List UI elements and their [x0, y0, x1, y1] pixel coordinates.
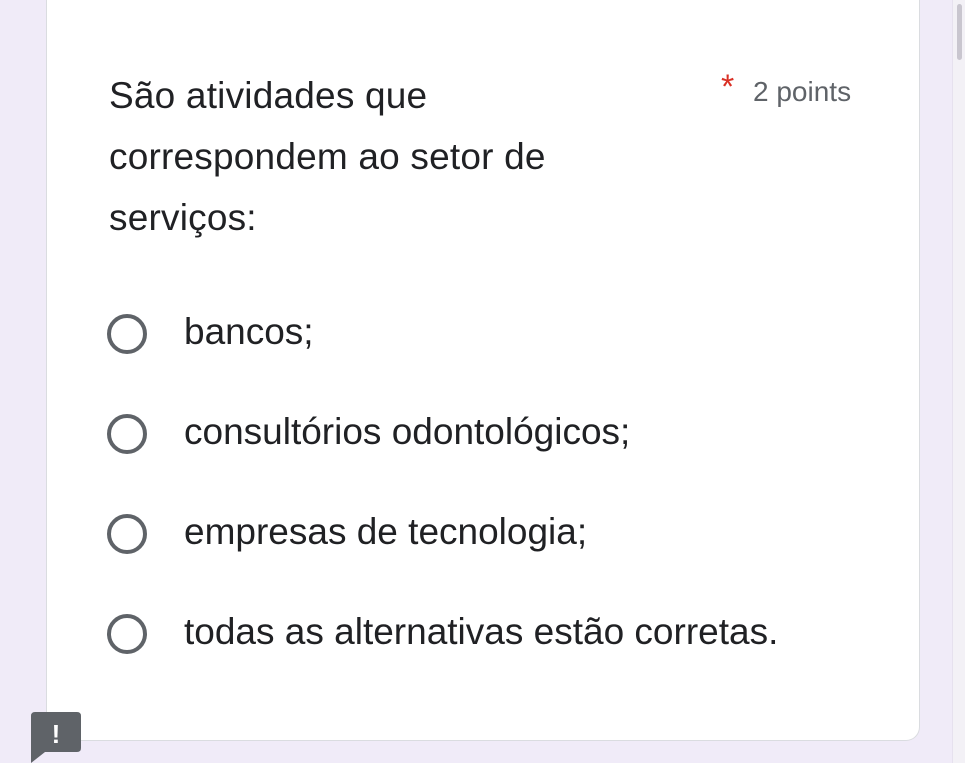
- option-row[interactable]: empresas de tecnologia;: [107, 500, 887, 600]
- radio-button[interactable]: [107, 514, 147, 554]
- alert-badge: !: [31, 712, 81, 763]
- option-label[interactable]: todas as alternativas estão corretas.: [184, 600, 778, 664]
- option-label[interactable]: bancos;: [184, 300, 314, 364]
- required-asterisk: *: [721, 68, 735, 106]
- form-page: São atividades que correspondem ao setor…: [0, 0, 965, 763]
- radio-button[interactable]: [107, 414, 147, 454]
- alert-icon: !: [31, 712, 81, 763]
- radio-button[interactable]: [107, 314, 147, 354]
- points-label: 2 points: [753, 76, 852, 107]
- option-label[interactable]: empresas de tecnologia;: [184, 500, 587, 564]
- options-list: bancos; consultórios odontológicos; empr…: [107, 300, 887, 700]
- option-row[interactable]: consultórios odontológicos;: [107, 400, 887, 500]
- scrollbar-thumb[interactable]: [957, 4, 962, 60]
- option-row[interactable]: todas as alternativas estão corretas.: [107, 600, 887, 700]
- question-header: São atividades que correspondem ao setor…: [109, 65, 869, 245]
- option-row[interactable]: bancos;: [107, 300, 887, 400]
- question-title: São atividades que correspondem ao setor…: [109, 75, 546, 238]
- question-card: São atividades que correspondem ao setor…: [46, 0, 920, 741]
- option-label[interactable]: consultórios odontológicos;: [184, 400, 630, 464]
- alert-badge-text: !: [52, 719, 61, 749]
- radio-button[interactable]: [107, 614, 147, 654]
- scrollbar[interactable]: [952, 0, 965, 763]
